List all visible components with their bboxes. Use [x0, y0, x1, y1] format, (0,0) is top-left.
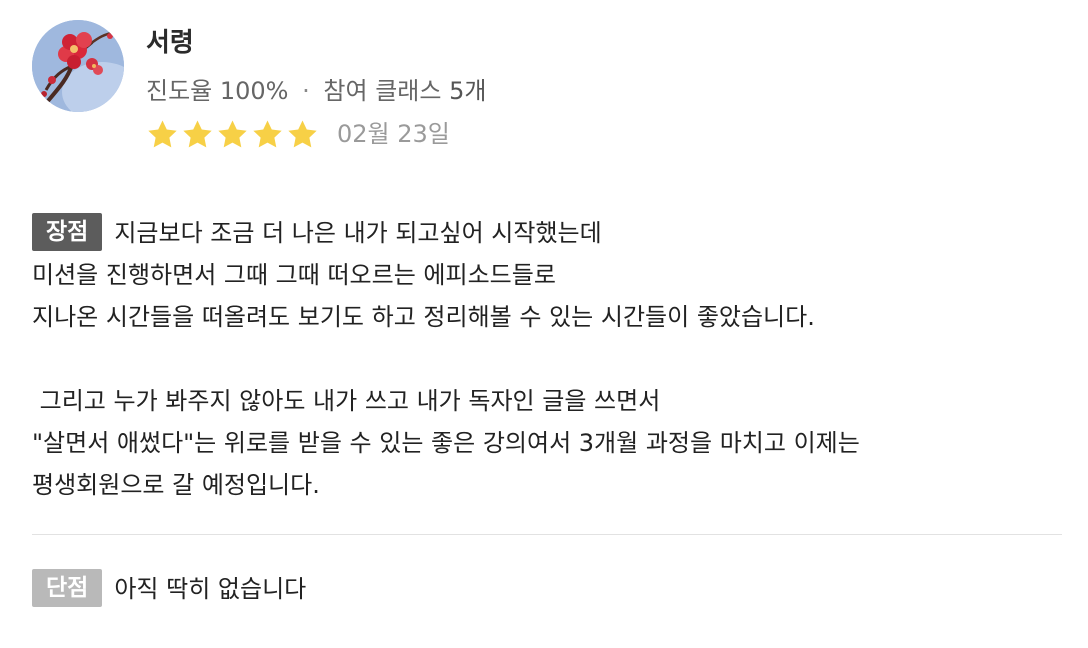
reviewer-meta: 진도율 100% · 참여 클래스 5개	[146, 74, 486, 108]
rating-row: 02월 23일	[146, 116, 450, 152]
pros-paragraph-2: 그리고 누가 봐주지 않아도 내가 쓰고 내가 독자인 글을 쓰면서 "살면서 …	[32, 380, 1062, 506]
pros-line-4: 그리고 누가 봐주지 않아도 내가 쓰고 내가 독자인 글을 쓰면서	[32, 387, 661, 415]
classes-label: 참여 클래스	[323, 77, 442, 105]
pros-line-1: 지금보다 조금 더 나은 내가 되고싶어 시작했는데	[114, 219, 602, 247]
star-rating	[146, 118, 319, 151]
pros-section: 장점 지금보다 조금 더 나은 내가 되고싶어 시작했는데 미션을 진행하면서 그…	[32, 212, 1062, 506]
section-divider	[32, 534, 1062, 535]
cons-tag: 단점	[32, 569, 103, 607]
cons-section: 단점 아직 딱히 없습니다	[32, 568, 1062, 610]
star-icon	[288, 119, 317, 147]
pros-line-3: 지나온 시간들을 떠올려도 보기도 하고 정리해볼 수 있는 시간들이 좋았습니…	[32, 303, 815, 331]
meta-separator: ·	[302, 77, 310, 105]
pros-tag: 장점	[32, 213, 103, 251]
classes-count: 5개	[449, 77, 487, 105]
star-icon	[148, 119, 177, 147]
star-icon	[218, 119, 247, 147]
cons-line-1: 아직 딱히 없습니다	[114, 575, 307, 603]
pros-line-2: 미션을 진행하면서 그때 그때 떠오르는 에피소드들로	[32, 261, 556, 289]
star-icon	[183, 119, 212, 147]
reviewer-name: 서령	[146, 28, 194, 58]
pros-line-5: "살면서 애썼다"는 위로를 받을 수 있는 좋은 강의여서 3개월 과정을 마…	[32, 429, 860, 457]
avatar[interactable]	[32, 20, 124, 112]
cons-paragraph: 단점 아직 딱히 없습니다	[32, 568, 1062, 610]
plum-blossom-photo	[32, 20, 124, 112]
review-date: 02월 23일	[337, 120, 450, 148]
pros-line-6: 평생회원으로 갈 예정입니다.	[32, 471, 320, 499]
pros-paragraph-1: 장점 지금보다 조금 더 나은 내가 되고싶어 시작했는데 미션을 진행하면서 그…	[32, 212, 1062, 338]
review-card: 서령 진도율 100% · 참여 클래스 5개 02월 23일 장점 지금보다 조…	[0, 0, 1088, 648]
star-icon	[253, 119, 282, 147]
progress-text: 진도율 100%	[146, 77, 289, 105]
